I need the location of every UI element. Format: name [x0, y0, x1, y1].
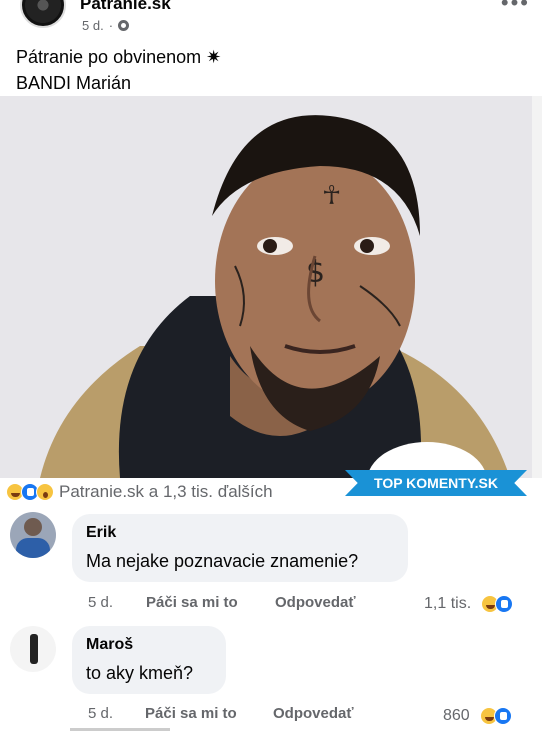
reaction-count: 1,1 tis. — [424, 595, 472, 612]
reply-button[interactable]: Odpovedať — [275, 594, 356, 611]
page-name[interactable]: Patranie.sk — [80, 0, 171, 14]
comment-bubble: Erik Ma nejake poznavacie znamenie? — [72, 514, 408, 582]
wow-icon — [36, 483, 54, 501]
comment-author[interactable]: Erik — [86, 522, 394, 544]
page-avatar[interactable] — [20, 0, 66, 28]
like-button[interactable]: Páči sa mi to — [146, 594, 238, 611]
commenter-avatar[interactable] — [10, 626, 56, 672]
post-photo[interactable]: ☥ $ — [0, 96, 532, 478]
like-button[interactable]: Páči sa mi to — [145, 705, 237, 722]
like-icon — [495, 595, 514, 613]
reaction-count: 860 — [443, 707, 470, 724]
more-dots-icon[interactable]: ••• — [501, 0, 530, 16]
reactions-text[interactable]: Patranie.sk a 1,3 tis. ďalších — [59, 482, 273, 502]
post-meta: 5 d. · — [82, 18, 130, 33]
svg-text:☥: ☥ — [322, 181, 341, 211]
badge-ribbon: TOP KOMENTY.SK — [345, 470, 527, 496]
comment-text: Ma nejake poznavacie znamenie? — [86, 551, 359, 571]
comment-text: to aky kmeň? — [86, 663, 194, 683]
post-age[interactable]: 5 d. — [82, 18, 104, 33]
post-text-line-1: Pátranie po obvinenom ✷ — [16, 47, 222, 67]
comment-author[interactable]: Maroš — [86, 634, 212, 656]
commenter-avatar[interactable] — [10, 512, 56, 558]
gear-icon — [118, 20, 130, 31]
reply-button[interactable]: Odpovedať — [273, 705, 354, 722]
comment-reactions[interactable]: 860 — [443, 707, 512, 725]
comment-bubble: Maroš to aky kmeň? — [72, 626, 226, 694]
meta-separator: · — [108, 18, 114, 33]
like-icon — [493, 707, 512, 725]
comment-reactions[interactable]: 1,1 tis. — [424, 595, 514, 613]
photo-edge — [532, 96, 542, 478]
post-text-line-2: BANDI Marián — [16, 73, 132, 93]
reactions-summary[interactable]: Patranie.sk a 1,3 tis. ďalších — [6, 481, 273, 503]
comment-age[interactable]: 5 d. — [88, 594, 113, 611]
post-text: Pátranie po obvinenom ✷ BANDI Marián — [16, 44, 221, 96]
comment-age[interactable]: 5 d. — [88, 705, 113, 722]
suspect-photo-illustration: ☥ $ — [0, 96, 532, 478]
